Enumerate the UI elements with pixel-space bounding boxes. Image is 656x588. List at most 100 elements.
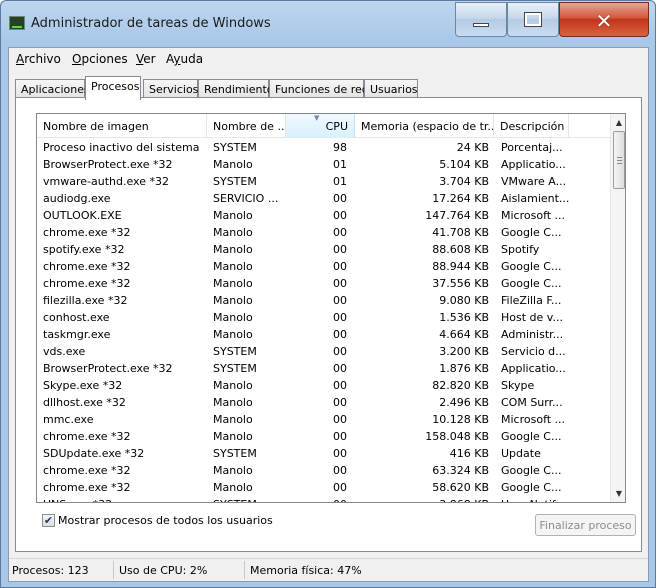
- menu-opciones[interactable]: Opciones: [72, 52, 128, 66]
- table-row[interactable]: Proceso inactivo del sistema SYSTEM 98 24 K…: [37, 139, 610, 156]
- tab-rendimiento[interactable]: Rendimiento: [198, 79, 273, 99]
- table-row[interactable]: chrome.exe *32 Manolo 00 158.048 KB Google C…: [37, 428, 610, 445]
- column-header-user-name[interactable]: Nombre de ...: [207, 114, 286, 138]
- cell-user-name: Manolo: [213, 430, 253, 443]
- end-process-button[interactable]: Finalizar proceso: [535, 514, 636, 536]
- table-row[interactable]: vmware-authd.exe *32 SYSTEM 01 3.704 KB VMwa…: [37, 173, 610, 190]
- cell-image-name: chrome.exe *32: [43, 260, 131, 273]
- tab-servicios[interactable]: Servicios: [143, 79, 198, 99]
- cell-image-name: chrome.exe *32: [43, 464, 131, 477]
- cell-memory: 88.608 KB: [432, 243, 489, 256]
- table-row[interactable]: taskmgr.exe Manolo 00 4.664 KB Administr...: [37, 326, 610, 343]
- table-row[interactable]: UNS.exe *32 SYSTEM 00 3.868 KB User Notif...: [37, 496, 610, 502]
- tab-aplicaciones[interactable]: Aplicaciones: [15, 79, 90, 99]
- cell-cpu: 00: [333, 192, 347, 205]
- grip-line: [617, 157, 622, 158]
- maximize-button[interactable]: [507, 2, 559, 37]
- cell-image-name: Proceso inactivo del sistema: [43, 141, 200, 154]
- cell-cpu: 00: [333, 226, 347, 239]
- cell-description: Aislamient...: [501, 192, 570, 205]
- cell-user-name: Manolo: [213, 396, 253, 409]
- cell-user-name: SYSTEM: [213, 345, 257, 358]
- cell-image-name: conhost.exe: [43, 311, 110, 324]
- menu-label-rest: uda: [180, 52, 204, 66]
- cell-user-name: Manolo: [213, 328, 253, 341]
- menu-ayuda[interactable]: Ayuda: [166, 52, 203, 66]
- tab-usuarios[interactable]: Usuarios: [364, 79, 418, 99]
- table-row[interactable]: filezilla.exe *32 Manolo 00 9.080 KB FileZil…: [37, 292, 610, 309]
- cell-description: Servicio d...: [501, 345, 566, 358]
- show-all-users-label: Mostrar procesos de todos los usuarios: [58, 514, 273, 527]
- vertical-scrollbar[interactable]: ▲ ▼: [610, 114, 625, 502]
- minimize-button[interactable]: [455, 2, 507, 37]
- scrollbar-thumb[interactable]: [613, 131, 625, 189]
- cell-image-name: dllhost.exe *32: [43, 396, 126, 409]
- column-header-description[interactable]: Descripción: [494, 114, 569, 138]
- cell-image-name: spotify.exe *32: [43, 243, 125, 256]
- cell-description: Google C...: [501, 430, 562, 443]
- cell-memory: 58.620 KB: [432, 481, 489, 494]
- table-row[interactable]: chrome.exe *32 Manolo 00 41.708 KB Google C.…: [37, 224, 610, 241]
- menu-label-rest: pciones: [81, 52, 128, 66]
- table-row[interactable]: chrome.exe *32 Manolo 00 88.944 KB Google C.…: [37, 258, 610, 275]
- column-header-image-name[interactable]: Nombre de imagen: [37, 114, 207, 138]
- cell-memory: 41.708 KB: [432, 226, 489, 239]
- table-row[interactable]: OUTLOOK.EXE Manolo 00 147.764 KB Microsoft .…: [37, 207, 610, 224]
- table-row[interactable]: vds.exe SYSTEM 00 3.200 KB Servicio d...: [37, 343, 610, 360]
- process-list[interactable]: Nombre de imagen Nombre de ... ▼ CPU Mem…: [36, 113, 626, 503]
- process-rows: Proceso inactivo del sistema SYSTEM 98 24 K…: [37, 139, 610, 502]
- cell-user-name: SERVICIO ...: [213, 192, 279, 205]
- cell-user-name: Manolo: [213, 481, 253, 494]
- cell-cpu: 00: [333, 396, 347, 409]
- cell-cpu: 00: [333, 430, 347, 443]
- cell-description: Spotify: [501, 243, 540, 256]
- cell-cpu: 00: [333, 243, 347, 256]
- tab-funciones-de-red[interactable]: Funciones de red: [269, 79, 369, 99]
- table-row[interactable]: audiodg.exe SERVICIO ... 00 17.264 KB Aislam…: [37, 190, 610, 207]
- cell-cpu: 00: [333, 294, 347, 307]
- cell-user-name: SYSTEM: [213, 141, 257, 154]
- status-divider: [113, 561, 114, 579]
- cell-cpu: 00: [333, 413, 347, 426]
- cell-memory: 24 KB: [456, 141, 489, 154]
- cell-image-name: UNS.exe *32: [43, 498, 207, 502]
- cell-image-name: chrome.exe *32: [43, 226, 131, 239]
- table-row[interactable]: spotify.exe *32 Manolo 00 88.608 KB Spotify: [37, 241, 610, 258]
- cell-memory: 3.200 KB: [439, 345, 489, 358]
- table-row[interactable]: SDUpdate.exe *32 SYSTEM 00 416 KB Update: [37, 445, 610, 462]
- table-row[interactable]: mmc.exe Manolo 00 10.128 KB Microsoft ...: [37, 411, 610, 428]
- cell-description: Applicatio...: [501, 158, 566, 171]
- maximize-icon: [524, 12, 542, 27]
- title-bar[interactable]: Administrador de tareas de Windows ✕: [1, 1, 655, 45]
- table-row[interactable]: dllhost.exe *32 Manolo 00 2.496 KB COM Surr.…: [37, 394, 610, 411]
- cell-image-name: filezilla.exe *32: [43, 294, 128, 307]
- menu-ver[interactable]: Ver: [136, 52, 156, 66]
- show-all-users-checkbox[interactable]: ✔: [42, 514, 55, 527]
- table-row[interactable]: chrome.exe *32 Manolo 00 37.556 KB Google C.…: [37, 275, 610, 292]
- status-process-count: Procesos: 123: [12, 564, 89, 577]
- cell-cpu: 00: [333, 260, 347, 273]
- menu-archivo[interactable]: Archivo: [16, 52, 61, 66]
- column-header-cpu[interactable]: ▼ CPU: [286, 114, 355, 138]
- table-row[interactable]: BrowserProtect.exe *32 Manolo 01 5.104 KB Ap…: [37, 156, 610, 173]
- tab-procesos[interactable]: Procesos: [85, 76, 141, 100]
- cell-user-name: Manolo: [213, 158, 253, 171]
- table-row[interactable]: chrome.exe *32 Manolo 00 63.324 KB Google C.…: [37, 462, 610, 479]
- cell-memory: 17.264 KB: [432, 192, 489, 205]
- menu-accel: y: [173, 52, 181, 66]
- cell-cpu: 00: [333, 311, 347, 324]
- scroll-down-arrow-icon[interactable]: ▼: [611, 485, 625, 502]
- scroll-up-arrow-icon[interactable]: ▲: [611, 114, 625, 131]
- table-row[interactable]: Skype.exe *32 Manolo 00 82.820 KB Skype: [37, 377, 610, 394]
- close-button[interactable]: ✕: [559, 2, 649, 37]
- cell-memory: 37.556 KB: [432, 277, 489, 290]
- cell-user-name: Manolo: [213, 311, 253, 324]
- table-row[interactable]: chrome.exe *32 Manolo 00 58.620 KB Google C.…: [37, 479, 610, 496]
- column-header-memory[interactable]: Memoria (espacio de tr...: [355, 114, 494, 138]
- table-row[interactable]: conhost.exe Manolo 00 1.536 KB Host de v...: [37, 309, 610, 326]
- cell-user-name: Manolo: [213, 260, 253, 273]
- cell-image-name: chrome.exe *32: [43, 481, 131, 494]
- cell-image-name: taskmgr.exe: [43, 328, 111, 341]
- cell-user-name: SYSTEM: [213, 175, 257, 188]
- table-row[interactable]: BrowserProtect.exe *32 SYSTEM 00 1.876 KB Ap…: [37, 360, 610, 377]
